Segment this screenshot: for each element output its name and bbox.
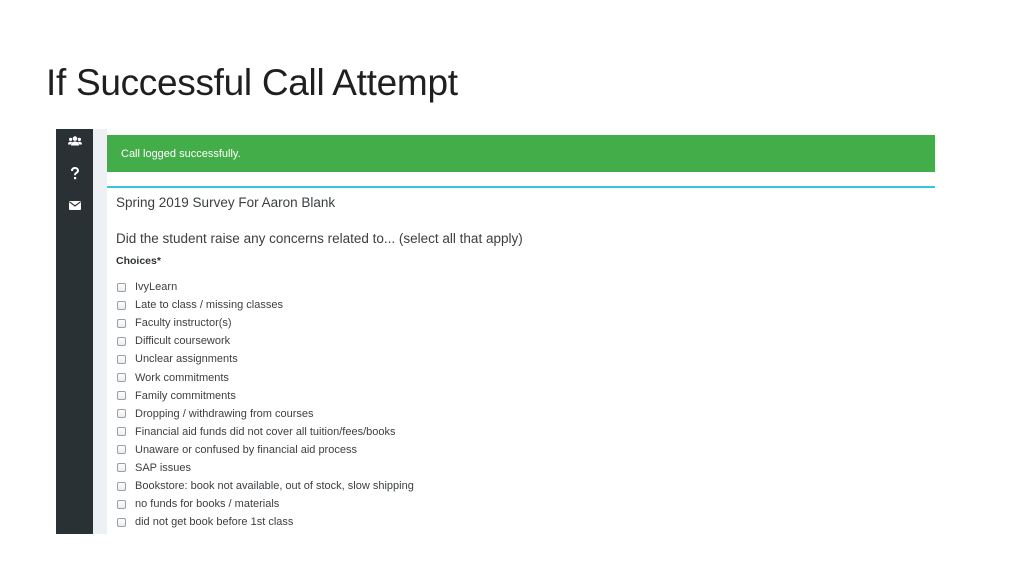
users-icon[interactable] <box>56 132 93 150</box>
choice-item[interactable]: Family commitments <box>116 387 414 405</box>
choice-label: Financial aid funds did not cover all tu… <box>135 425 396 438</box>
survey-title: Spring 2019 Survey For Aaron Blank <box>116 195 336 210</box>
choice-item[interactable]: IvyLearn <box>116 278 414 296</box>
success-alert: Call logged successfully. <box>107 135 935 172</box>
envelope-icon[interactable] <box>56 196 93 214</box>
content-gutter <box>93 129 107 534</box>
choice-item[interactable]: Financial aid funds did not cover all tu… <box>116 423 414 441</box>
choices-list: IvyLearn Late to class / missing classes F… <box>116 278 414 531</box>
survey-panel-accent <box>107 186 935 188</box>
choice-label: Difficult coursework <box>135 335 231 348</box>
choice-checkbox[interactable] <box>117 373 126 383</box>
choice-checkbox[interactable] <box>117 427 126 437</box>
choice-label: Faculty instructor(s) <box>135 317 232 330</box>
choice-label: Late to class / missing classes <box>135 299 283 312</box>
sidebar <box>56 129 93 534</box>
question-icon[interactable] <box>56 164 93 182</box>
slide-title: If Successful Call Attempt <box>46 62 458 103</box>
choice-label: Unclear assignments <box>135 353 238 366</box>
choice-checkbox[interactable] <box>117 318 126 328</box>
choice-item[interactable]: Bookstore: book not available, out of st… <box>116 477 414 495</box>
choice-checkbox[interactable] <box>117 517 126 527</box>
choice-item[interactable]: Dropping / withdrawing from courses <box>116 405 414 423</box>
choice-label: Family commitments <box>135 389 236 402</box>
choice-label: SAP issues <box>135 461 192 474</box>
choice-checkbox[interactable] <box>117 336 126 346</box>
survey-question: Did the student raise any concerns relat… <box>116 231 523 246</box>
choice-label: Bookstore: book not available, out of st… <box>135 480 414 493</box>
choice-item[interactable]: Unclear assignments <box>116 350 414 368</box>
choice-item[interactable]: SAP issues <box>116 459 414 477</box>
choice-checkbox[interactable] <box>117 445 126 455</box>
choice-checkbox[interactable] <box>117 300 126 310</box>
choices-label: Choices* <box>116 255 161 267</box>
choice-label: Work commitments <box>135 371 229 384</box>
choice-checkbox[interactable] <box>117 409 126 419</box>
choice-item[interactable]: did not get book before 1st class <box>116 513 414 531</box>
alert-message: Call logged successfully. <box>121 147 241 160</box>
choice-label: did not get book before 1st class <box>135 516 294 529</box>
choice-item[interactable]: Faculty instructor(s) <box>116 314 414 332</box>
choice-label: IvyLearn <box>135 281 178 294</box>
choice-label: Unaware or confused by financial aid pro… <box>135 443 357 456</box>
choice-item[interactable]: Work commitments <box>116 368 414 386</box>
choice-item[interactable]: Late to class / missing classes <box>116 296 414 314</box>
choice-checkbox[interactable] <box>117 354 126 364</box>
choice-checkbox[interactable] <box>117 463 126 473</box>
choice-checkbox[interactable] <box>117 481 126 491</box>
app-screenshot: Call logged successfully. Spring 2019 Su… <box>56 129 935 534</box>
choice-checkbox[interactable] <box>117 391 126 401</box>
choice-item[interactable]: no funds for books / materials <box>116 495 414 513</box>
choice-item[interactable]: Difficult coursework <box>116 332 414 350</box>
choice-checkbox[interactable] <box>117 282 126 292</box>
choice-label: no funds for books / materials <box>135 498 280 511</box>
choice-item[interactable]: Unaware or confused by financial aid pro… <box>116 441 414 459</box>
choice-checkbox[interactable] <box>117 499 126 509</box>
choice-label: Dropping / withdrawing from courses <box>135 407 314 420</box>
